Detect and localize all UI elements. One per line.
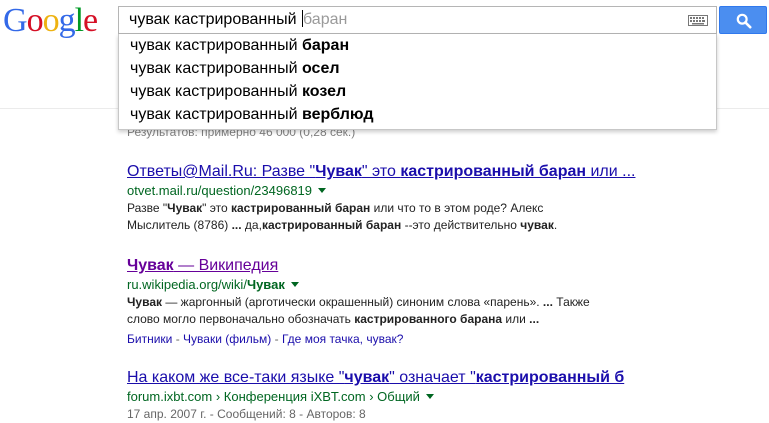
title-part: Чувак bbox=[315, 163, 362, 180]
search-result: Чувак — Википедия ru.wikipedia.org/wiki/… bbox=[127, 256, 767, 348]
suggestion-completion: баран bbox=[301, 37, 350, 54]
title-part: кастрированный б bbox=[475, 369, 625, 386]
suggestion-item[interactable]: чувак кастрированный верблюд bbox=[119, 103, 716, 126]
logo-letter: e bbox=[83, 2, 98, 39]
result-url: ru.wikipedia.org/wiki/Чувак bbox=[127, 276, 767, 294]
result-snippet: Чувак — жаргонный (арготически окрашенны… bbox=[127, 294, 767, 311]
title-part: " означает " bbox=[389, 369, 476, 386]
result-title-link[interactable]: Ответы@Mail.Ru: Разве "Чувак" это кастри… bbox=[127, 162, 767, 182]
title-part: Ответы@Mail.Ru: Разве " bbox=[127, 163, 316, 180]
suggestion-item[interactable]: чувак кастрированный баран bbox=[119, 34, 716, 57]
search-button[interactable] bbox=[719, 6, 767, 34]
sitelink[interactable]: Битники bbox=[127, 332, 172, 346]
search-result: Ответы@Mail.Ru: Разве "Чувак" это кастри… bbox=[127, 162, 767, 234]
suggestion-completion: козел bbox=[301, 83, 347, 100]
keyboard-icon[interactable] bbox=[688, 15, 708, 26]
snippet-part: слово могло первоначально обозначать bbox=[127, 312, 355, 326]
result-sitelinks: Битники - Чуваки (фильм) - Где моя тачка… bbox=[127, 330, 767, 348]
snippet-part: да, bbox=[241, 218, 262, 232]
title-part: — Википедия bbox=[173, 257, 279, 274]
sitelink-separator: - bbox=[172, 332, 184, 346]
snippet-part: кастрированного барана bbox=[354, 312, 503, 326]
snippet-part: Разве " bbox=[127, 201, 168, 215]
autocomplete-dropdown: чувак кастрированный баран чувак кастрир… bbox=[118, 34, 717, 130]
result-meta: 17 апр. 2007 г. - Сообщений: 8 - Авторов… bbox=[127, 407, 366, 421]
url-text: forum.ixbt.com › Конференция iXBT.com › … bbox=[127, 389, 420, 404]
suggestion-prefix: чувак кастрированный bbox=[130, 37, 302, 54]
result-snippet: Мыслитель (8786) ... да,кастрированный б… bbox=[127, 217, 767, 234]
logo-letter: o bbox=[26, 2, 44, 39]
snippet-part: Мыслитель (8786) bbox=[127, 218, 232, 232]
sitelink-separator: - bbox=[271, 332, 282, 346]
suggestion-completion: осел bbox=[301, 60, 340, 77]
snippet-part: чувак bbox=[520, 218, 554, 232]
snippet-part: кастрированный баран bbox=[261, 218, 402, 232]
search-query: чувак кастрированный bbox=[129, 11, 297, 28]
result-title-link[interactable]: На каком же все-таки языке "чувак" означ… bbox=[127, 368, 767, 388]
search-autocomplete-hint: баран bbox=[303, 11, 348, 28]
suggestion-prefix: чувак кастрированный bbox=[130, 60, 302, 77]
logo-letter: o bbox=[42, 2, 60, 39]
logo-letter: G bbox=[3, 2, 28, 39]
snippet-part: . bbox=[553, 218, 558, 232]
search-icon bbox=[736, 13, 752, 29]
snippet-part: кастрированный баран bbox=[231, 201, 371, 215]
snippet-part: ... bbox=[542, 295, 553, 309]
snippet-part: Также bbox=[552, 295, 590, 309]
snippet-part: Чувак bbox=[127, 295, 163, 309]
snippet-part: --это действительно bbox=[401, 218, 521, 232]
result-title-link[interactable]: Чувак — Википедия bbox=[127, 256, 767, 276]
sitelink[interactable]: Чуваки (фильм) bbox=[183, 332, 271, 346]
sitelink[interactable]: Где моя тачка, чувак? bbox=[282, 332, 403, 346]
suggestion-item[interactable]: чувак кастрированный козел bbox=[119, 80, 716, 103]
search-query-text[interactable]: чувак кастрированный баран bbox=[129, 10, 347, 30]
snippet-part: — жаргонный (арготически окрашенный) син… bbox=[162, 295, 543, 309]
suggestion-prefix: чувак кастрированный bbox=[130, 106, 302, 123]
result-snippet: Разве "Чувак" это кастрированный баран и… bbox=[127, 200, 767, 217]
snippet-part: или что то в этом роде? Алекс bbox=[370, 201, 544, 215]
dropdown-arrow-icon[interactable] bbox=[425, 394, 434, 399]
url-text: Чувак bbox=[246, 277, 285, 292]
title-part: На каком же все-таки языке " bbox=[127, 369, 345, 386]
snippet-part: ... bbox=[231, 218, 242, 232]
title-part: " это bbox=[361, 163, 401, 180]
snippet-part: Чувак bbox=[167, 201, 203, 215]
title-part: чувак bbox=[344, 369, 390, 386]
result-url: forum.ixbt.com › Конференция iXBT.com › … bbox=[127, 388, 767, 406]
search-input[interactable]: чувак кастрированный баран bbox=[118, 6, 717, 34]
url-text: otvet.mail.ru/question/23496819 bbox=[127, 183, 313, 198]
search-result: На каком же все-таки языке "чувак" означ… bbox=[127, 368, 767, 423]
suggestion-prefix: чувак кастрированный bbox=[130, 83, 302, 100]
suggestion-completion: верблюд bbox=[301, 106, 374, 123]
result-url: otvet.mail.ru/question/23496819 bbox=[127, 182, 767, 200]
result-snippet: слово могло первоначально обозначать кас… bbox=[127, 311, 767, 328]
title-part: или ... bbox=[586, 163, 636, 180]
logo-letter: g bbox=[58, 2, 76, 39]
snippet-part: ... bbox=[529, 312, 540, 326]
dropdown-arrow-icon[interactable] bbox=[318, 188, 327, 193]
title-part: Чувак bbox=[127, 257, 174, 274]
logo-letter: l bbox=[74, 2, 85, 39]
title-part: кастрированный баран bbox=[400, 163, 587, 180]
google-logo[interactable]: Google bbox=[3, 1, 98, 41]
url-text: ru.wikipedia.org/wiki/ bbox=[127, 277, 247, 292]
snippet-part: " это bbox=[202, 201, 231, 215]
dropdown-arrow-icon[interactable] bbox=[290, 282, 299, 287]
snippet-part: или bbox=[502, 312, 530, 326]
suggestion-item[interactable]: чувак кастрированный осел bbox=[119, 57, 716, 80]
